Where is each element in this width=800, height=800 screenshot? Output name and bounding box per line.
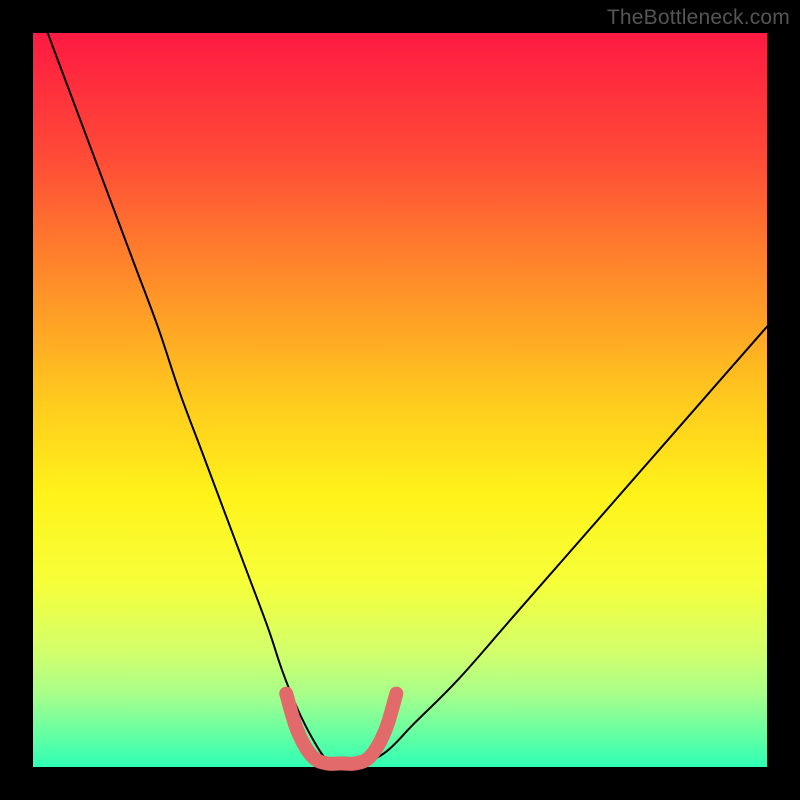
- bottleneck-chart: [0, 0, 800, 800]
- plot-background: [33, 33, 767, 767]
- watermark-text: TheBottleneck.com: [607, 6, 790, 30]
- chart-frame: TheBottleneck.com: [0, 0, 800, 800]
